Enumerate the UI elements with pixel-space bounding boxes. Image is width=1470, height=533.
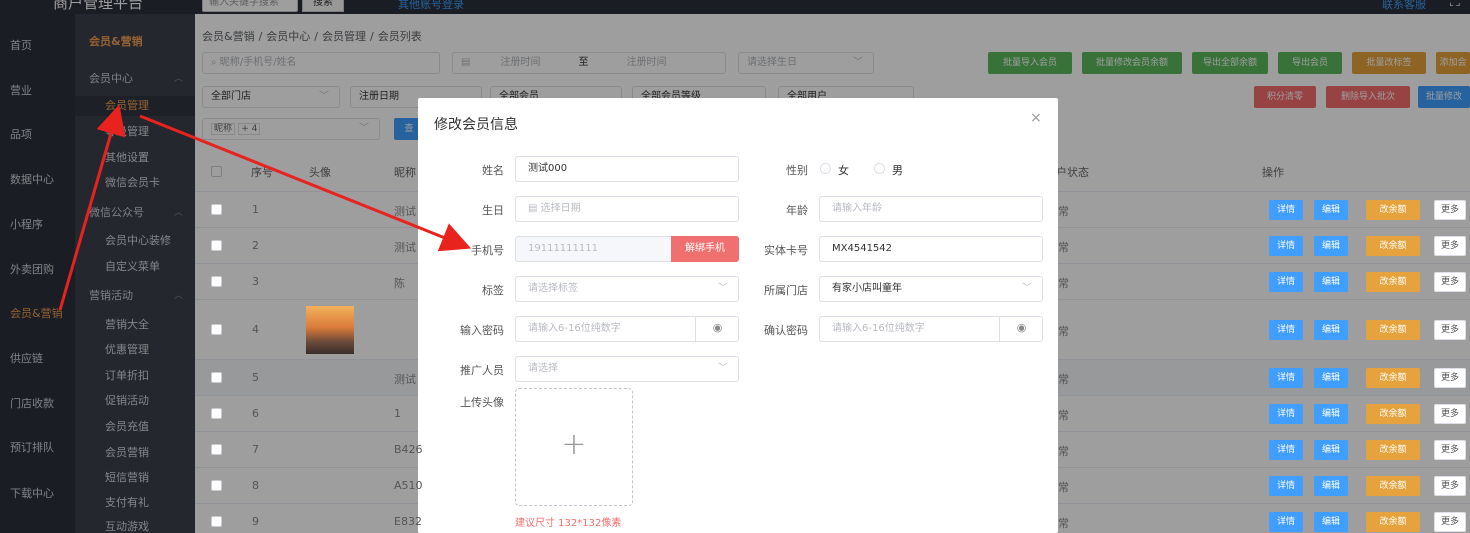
edit-button[interactable]: 编辑 [1314, 404, 1348, 424]
row-status: 常 [1058, 445, 1069, 458]
row-status: 常 [1058, 517, 1069, 530]
more-button[interactable]: 更多 [1434, 236, 1466, 256]
more-button[interactable]: 更多 [1434, 368, 1466, 388]
more-button[interactable]: 更多 [1434, 320, 1466, 340]
row-index: 5 [252, 371, 259, 384]
row-index: 6 [252, 407, 259, 420]
edit-button[interactable]: 编辑 [1314, 200, 1348, 220]
more-button[interactable]: 更多 [1434, 200, 1466, 220]
detail-button[interactable]: 详情 [1269, 512, 1303, 532]
change-balance-button[interactable]: 改余额 [1366, 440, 1420, 460]
change-balance-button[interactable]: 改余额 [1366, 368, 1420, 388]
edit-button[interactable]: 编辑 [1314, 512, 1348, 532]
row-checkbox[interactable] [211, 204, 222, 215]
edit-button[interactable]: 编辑 [1314, 440, 1348, 460]
detail-button[interactable]: 详情 [1269, 200, 1303, 220]
arrow-to-member-manage [58, 104, 126, 311]
row-checkbox[interactable] [211, 276, 222, 287]
row-status: 常 [1058, 241, 1069, 254]
detail-button[interactable]: 详情 [1269, 368, 1303, 388]
row-nickname: 测试 [394, 373, 416, 386]
row-checkbox[interactable] [211, 480, 222, 491]
row-nickname: B426 [394, 443, 423, 456]
more-button[interactable]: 更多 [1434, 404, 1466, 424]
edit-button[interactable]: 编辑 [1314, 368, 1348, 388]
change-balance-button[interactable]: 改余额 [1366, 404, 1420, 424]
row-status: 常 [1058, 409, 1069, 422]
edit-button[interactable]: 编辑 [1314, 320, 1348, 340]
change-balance-button[interactable]: 改余额 [1366, 512, 1420, 532]
row-index: 1 [252, 203, 259, 216]
row-index: 4 [252, 323, 259, 336]
row-checkbox[interactable] [211, 444, 222, 455]
row-nickname: 测试 [394, 205, 416, 218]
row-checkbox[interactable] [211, 372, 222, 383]
detail-button[interactable]: 详情 [1269, 476, 1303, 496]
row-status: 常 [1058, 205, 1069, 218]
row-index: 9 [252, 515, 259, 528]
row-nickname: 陈 [394, 277, 405, 290]
detail-button[interactable]: 详情 [1269, 320, 1303, 340]
row-status: 常 [1058, 325, 1069, 338]
detail-button[interactable]: 详情 [1269, 236, 1303, 256]
row-checkbox[interactable] [211, 324, 222, 335]
detail-button[interactable]: 详情 [1269, 404, 1303, 424]
row-status: 常 [1058, 277, 1069, 290]
change-balance-button[interactable]: 改余额 [1366, 272, 1420, 292]
row-nickname: 1 [394, 407, 401, 420]
more-button[interactable]: 更多 [1434, 272, 1466, 292]
row-checkbox[interactable] [211, 516, 222, 527]
avatar [306, 306, 354, 354]
edit-button[interactable]: 编辑 [1314, 476, 1348, 496]
row-index: 7 [252, 443, 259, 456]
more-button[interactable]: 更多 [1434, 512, 1466, 532]
detail-button[interactable]: 详情 [1269, 272, 1303, 292]
change-balance-button[interactable]: 改余额 [1366, 320, 1420, 340]
row-index: 3 [252, 275, 259, 288]
row-nickname: A510 [394, 479, 423, 492]
row-checkbox[interactable] [211, 408, 222, 419]
edit-button[interactable]: 编辑 [1314, 272, 1348, 292]
row-nickname: E832 [394, 515, 422, 528]
row-status: 常 [1058, 481, 1069, 494]
edit-button[interactable]: 编辑 [1314, 236, 1348, 256]
row-nickname: 测试 [394, 241, 416, 254]
change-balance-button[interactable]: 改余额 [1366, 476, 1420, 496]
row-index: 8 [252, 479, 259, 492]
detail-button[interactable]: 详情 [1269, 440, 1303, 460]
row-checkbox[interactable] [211, 240, 222, 251]
row-index: 2 [252, 239, 259, 252]
arrow-to-phone-field [139, 114, 472, 252]
more-button[interactable]: 更多 [1434, 476, 1466, 496]
row-status: 常 [1058, 373, 1069, 386]
change-balance-button[interactable]: 改余额 [1366, 200, 1420, 220]
more-button[interactable]: 更多 [1434, 440, 1466, 460]
change-balance-button[interactable]: 改余额 [1366, 236, 1420, 256]
